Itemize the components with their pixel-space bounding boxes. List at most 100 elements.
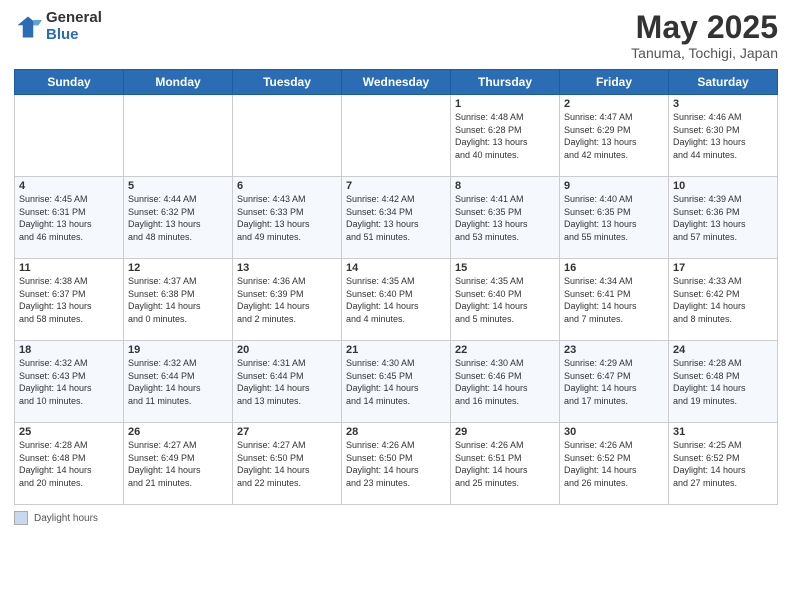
header: General Blue May 2025 Tanuma, Tochigi, J… (14, 10, 778, 61)
calendar-cell: 19Sunrise: 4:32 AM Sunset: 6:44 PM Dayli… (124, 341, 233, 423)
day-info: Sunrise: 4:29 AM Sunset: 6:47 PM Dayligh… (564, 357, 664, 407)
calendar-cell (15, 95, 124, 177)
day-number: 5 (128, 180, 228, 192)
day-number: 26 (128, 426, 228, 438)
calendar-cell (233, 95, 342, 177)
weekday-header-wednesday: Wednesday (342, 70, 451, 95)
day-number: 14 (346, 262, 446, 274)
calendar-table: SundayMondayTuesdayWednesdayThursdayFrid… (14, 69, 778, 505)
calendar-week-4: 18Sunrise: 4:32 AM Sunset: 6:43 PM Dayli… (15, 341, 778, 423)
weekday-header-friday: Friday (560, 70, 669, 95)
day-info: Sunrise: 4:36 AM Sunset: 6:39 PM Dayligh… (237, 275, 337, 325)
day-info: Sunrise: 4:28 AM Sunset: 6:48 PM Dayligh… (19, 439, 119, 489)
calendar-cell (342, 95, 451, 177)
calendar-cell: 28Sunrise: 4:26 AM Sunset: 6:50 PM Dayli… (342, 423, 451, 505)
day-info: Sunrise: 4:28 AM Sunset: 6:48 PM Dayligh… (673, 357, 773, 407)
calendar-cell: 15Sunrise: 4:35 AM Sunset: 6:40 PM Dayli… (451, 259, 560, 341)
calendar-cell: 3Sunrise: 4:46 AM Sunset: 6:30 PM Daylig… (669, 95, 778, 177)
day-number: 21 (346, 344, 446, 356)
logo-blue-text: Blue (46, 27, 102, 44)
day-info: Sunrise: 4:26 AM Sunset: 6:52 PM Dayligh… (564, 439, 664, 489)
calendar-week-5: 25Sunrise: 4:28 AM Sunset: 6:48 PM Dayli… (15, 423, 778, 505)
calendar-cell: 17Sunrise: 4:33 AM Sunset: 6:42 PM Dayli… (669, 259, 778, 341)
day-number: 6 (237, 180, 337, 192)
day-number: 29 (455, 426, 555, 438)
calendar-cell: 27Sunrise: 4:27 AM Sunset: 6:50 PM Dayli… (233, 423, 342, 505)
calendar-week-3: 11Sunrise: 4:38 AM Sunset: 6:37 PM Dayli… (15, 259, 778, 341)
weekday-header-sunday: Sunday (15, 70, 124, 95)
day-info: Sunrise: 4:30 AM Sunset: 6:45 PM Dayligh… (346, 357, 446, 407)
calendar-cell: 16Sunrise: 4:34 AM Sunset: 6:41 PM Dayli… (560, 259, 669, 341)
day-number: 23 (564, 344, 664, 356)
calendar-body: 1Sunrise: 4:48 AM Sunset: 6:28 PM Daylig… (15, 95, 778, 505)
day-number: 18 (19, 344, 119, 356)
legend-label: Daylight hours (34, 513, 98, 524)
day-number: 4 (19, 180, 119, 192)
day-number: 17 (673, 262, 773, 274)
weekday-header-row: SundayMondayTuesdayWednesdayThursdayFrid… (15, 70, 778, 95)
calendar-header: SundayMondayTuesdayWednesdayThursdayFrid… (15, 70, 778, 95)
day-number: 20 (237, 344, 337, 356)
day-number: 10 (673, 180, 773, 192)
day-info: Sunrise: 4:35 AM Sunset: 6:40 PM Dayligh… (346, 275, 446, 325)
calendar-cell: 12Sunrise: 4:37 AM Sunset: 6:38 PM Dayli… (124, 259, 233, 341)
day-number: 30 (564, 426, 664, 438)
day-info: Sunrise: 4:39 AM Sunset: 6:36 PM Dayligh… (673, 193, 773, 243)
calendar-cell: 13Sunrise: 4:36 AM Sunset: 6:39 PM Dayli… (233, 259, 342, 341)
day-info: Sunrise: 4:26 AM Sunset: 6:51 PM Dayligh… (455, 439, 555, 489)
legend-box (14, 511, 28, 525)
calendar-cell (124, 95, 233, 177)
day-info: Sunrise: 4:32 AM Sunset: 6:43 PM Dayligh… (19, 357, 119, 407)
title-month: May 2025 (631, 10, 778, 45)
calendar-week-2: 4Sunrise: 4:45 AM Sunset: 6:31 PM Daylig… (15, 177, 778, 259)
day-info: Sunrise: 4:26 AM Sunset: 6:50 PM Dayligh… (346, 439, 446, 489)
calendar-cell: 9Sunrise: 4:40 AM Sunset: 6:35 PM Daylig… (560, 177, 669, 259)
day-info: Sunrise: 4:35 AM Sunset: 6:40 PM Dayligh… (455, 275, 555, 325)
calendar-cell: 1Sunrise: 4:48 AM Sunset: 6:28 PM Daylig… (451, 95, 560, 177)
calendar-cell: 4Sunrise: 4:45 AM Sunset: 6:31 PM Daylig… (15, 177, 124, 259)
weekday-header-tuesday: Tuesday (233, 70, 342, 95)
day-info: Sunrise: 4:41 AM Sunset: 6:35 PM Dayligh… (455, 193, 555, 243)
day-number: 25 (19, 426, 119, 438)
title-location: Tanuma, Tochigi, Japan (631, 45, 778, 61)
day-number: 7 (346, 180, 446, 192)
calendar-cell: 18Sunrise: 4:32 AM Sunset: 6:43 PM Dayli… (15, 341, 124, 423)
weekday-header-saturday: Saturday (669, 70, 778, 95)
day-number: 1 (455, 98, 555, 110)
weekday-header-monday: Monday (124, 70, 233, 95)
day-number: 22 (455, 344, 555, 356)
day-info: Sunrise: 4:40 AM Sunset: 6:35 PM Dayligh… (564, 193, 664, 243)
day-info: Sunrise: 4:38 AM Sunset: 6:37 PM Dayligh… (19, 275, 119, 325)
calendar-week-1: 1Sunrise: 4:48 AM Sunset: 6:28 PM Daylig… (15, 95, 778, 177)
calendar-cell: 24Sunrise: 4:28 AM Sunset: 6:48 PM Dayli… (669, 341, 778, 423)
calendar-cell: 7Sunrise: 4:42 AM Sunset: 6:34 PM Daylig… (342, 177, 451, 259)
page: General Blue May 2025 Tanuma, Tochigi, J… (0, 0, 792, 612)
title-block: May 2025 Tanuma, Tochigi, Japan (631, 10, 778, 61)
day-number: 8 (455, 180, 555, 192)
day-number: 11 (19, 262, 119, 274)
day-info: Sunrise: 4:30 AM Sunset: 6:46 PM Dayligh… (455, 357, 555, 407)
day-info: Sunrise: 4:32 AM Sunset: 6:44 PM Dayligh… (128, 357, 228, 407)
legend: Daylight hours (14, 511, 778, 525)
logo-general-text: General (46, 10, 102, 27)
calendar-cell: 25Sunrise: 4:28 AM Sunset: 6:48 PM Dayli… (15, 423, 124, 505)
calendar-cell: 26Sunrise: 4:27 AM Sunset: 6:49 PM Dayli… (124, 423, 233, 505)
calendar-cell: 21Sunrise: 4:30 AM Sunset: 6:45 PM Dayli… (342, 341, 451, 423)
day-number: 9 (564, 180, 664, 192)
logo-icon (14, 13, 42, 41)
day-info: Sunrise: 4:37 AM Sunset: 6:38 PM Dayligh… (128, 275, 228, 325)
calendar-cell: 23Sunrise: 4:29 AM Sunset: 6:47 PM Dayli… (560, 341, 669, 423)
day-info: Sunrise: 4:43 AM Sunset: 6:33 PM Dayligh… (237, 193, 337, 243)
logo-text: General Blue (46, 10, 102, 43)
day-number: 24 (673, 344, 773, 356)
day-number: 15 (455, 262, 555, 274)
calendar-cell: 10Sunrise: 4:39 AM Sunset: 6:36 PM Dayli… (669, 177, 778, 259)
day-info: Sunrise: 4:42 AM Sunset: 6:34 PM Dayligh… (346, 193, 446, 243)
calendar-cell: 22Sunrise: 4:30 AM Sunset: 6:46 PM Dayli… (451, 341, 560, 423)
day-info: Sunrise: 4:48 AM Sunset: 6:28 PM Dayligh… (455, 111, 555, 161)
calendar-cell: 8Sunrise: 4:41 AM Sunset: 6:35 PM Daylig… (451, 177, 560, 259)
day-info: Sunrise: 4:46 AM Sunset: 6:30 PM Dayligh… (673, 111, 773, 161)
day-number: 27 (237, 426, 337, 438)
day-number: 13 (237, 262, 337, 274)
day-info: Sunrise: 4:33 AM Sunset: 6:42 PM Dayligh… (673, 275, 773, 325)
